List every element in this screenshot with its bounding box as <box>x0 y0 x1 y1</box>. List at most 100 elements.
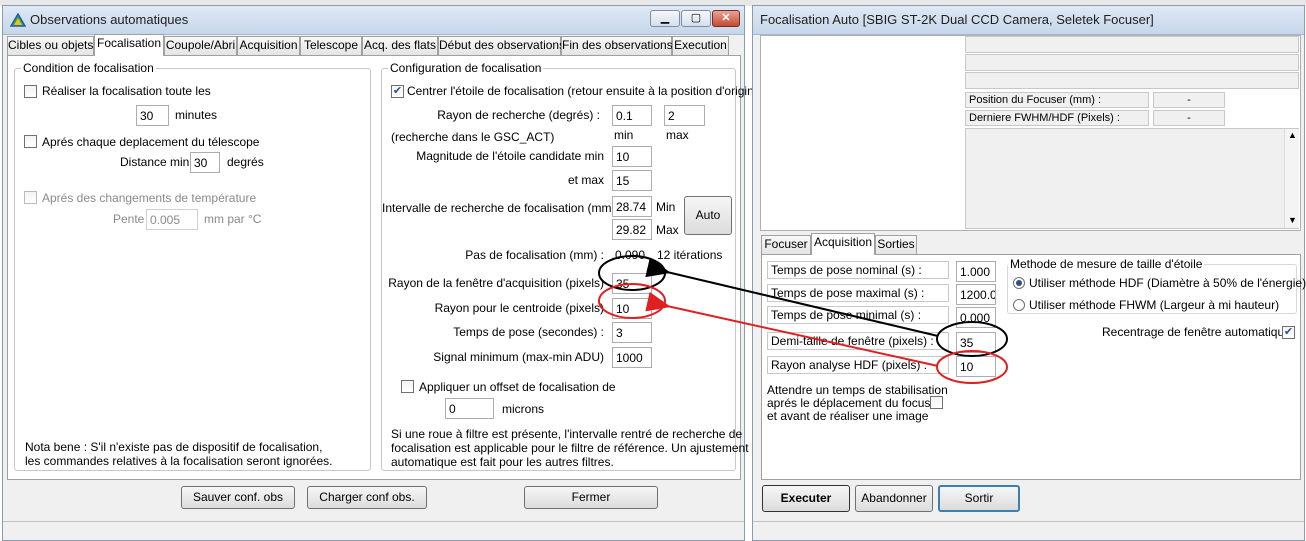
stabilize-line1: Attendre un temps de stabilisation <box>767 383 948 397</box>
status-bar <box>753 521 1304 540</box>
interval-min-unit: Min <box>656 200 676 214</box>
recenter-label: Recentrage de fenêtre automatique <box>1102 325 1291 339</box>
close-window-button[interactable]: Fermer <box>524 486 658 509</box>
after-move-label: Aprés chaque deplacement du télescope <box>42 135 260 149</box>
nota-bene-line1: Nota bene : S'il n'existe pas de disposi… <box>25 440 323 454</box>
load-config-button[interactable]: Charger conf obs. <box>307 486 427 509</box>
focuser-position-label: Position du Focuser (mm) : <box>965 92 1149 108</box>
stabilize-checkbox[interactable] <box>930 396 943 409</box>
magnitude-max-label: et max <box>567 173 604 187</box>
magnitude-label: Magnitude de l'étoile candidate min <box>416 149 604 163</box>
minutes-label: minutes <box>175 108 218 122</box>
execute-button[interactable]: Executer <box>762 485 850 512</box>
status-bar <box>3 521 744 540</box>
offset-checkbox[interactable] <box>401 380 414 393</box>
stabilize-line2: aprés le déplacement du focuser <box>767 396 942 410</box>
tab-acquisition[interactable]: Acquisition <box>811 233 875 255</box>
tab-bar: Focuser Acquisition Sorties <box>753 233 1306 255</box>
slope-label: Pente <box>113 212 145 226</box>
tab-acquisition[interactable]: Acquisition <box>237 36 300 55</box>
acq-window-label: Rayon de la fenêtre d'acquisition (pixel… <box>388 276 604 290</box>
status-line-1 <box>965 36 1299 53</box>
tab-debut-observations[interactable]: Début des observations <box>438 36 565 55</box>
stabilize-line3: et avant de réaliser une image <box>767 409 929 423</box>
config-group: Configuration de focalisation ✔ Centrer … <box>381 61 764 471</box>
center-star-checkbox[interactable]: ✔ <box>391 85 404 98</box>
tab-cibles[interactable]: Cibles ou objets <box>7 36 94 55</box>
focus-every-checkbox[interactable] <box>24 85 37 98</box>
acq-window-input[interactable]: 35 <box>612 273 652 294</box>
slope-input[interactable]: 0.005 <box>146 209 198 230</box>
magnitude-max-input[interactable]: 15 <box>612 170 652 191</box>
filter-info-line3: automatique est fait pour les autres fil… <box>391 455 614 469</box>
nota-bene-line2: les commandes relatives à la focalisatio… <box>25 454 333 468</box>
tab-fin-observations[interactable]: Fin des observations <box>561 36 673 55</box>
tab-focuser[interactable]: Focuser <box>761 235 811 254</box>
interval-max-unit: Max <box>656 223 679 237</box>
max-label: max <box>666 128 689 142</box>
close-button[interactable]: ✕ <box>712 10 740 27</box>
distance-input[interactable]: 30 <box>190 152 220 173</box>
save-config-button[interactable]: Sauver conf. obs <box>181 486 295 509</box>
exit-button[interactable]: Sortir <box>938 485 1020 512</box>
nominal-exposure-label: Temps de pose nominal (s) : <box>767 261 949 279</box>
tab-acq-flats[interactable]: Acq. des flats <box>362 36 438 55</box>
signal-min-label: Signal minimum (max-min ADU) <box>433 350 604 364</box>
tab-telescope[interactable]: Telescope <box>300 36 362 55</box>
centroid-label: Rayon pour le centroide (pixels) <box>434 301 604 315</box>
exposure-input[interactable]: 3 <box>612 322 652 343</box>
hdf-radius-input[interactable]: 10 <box>956 356 996 377</box>
exposure-label: Temps de pose (secondes) : <box>453 325 604 339</box>
window-title: Focalisation Auto [SBIG ST-2K Dual CCD C… <box>760 12 1154 27</box>
centroid-input[interactable]: 10 <box>612 298 652 319</box>
fwhm-value: - <box>1153 110 1225 126</box>
magnitude-min-input[interactable]: 10 <box>612 146 652 167</box>
slope-unit-label: mm par °C <box>204 212 262 226</box>
search-radius-min-input[interactable]: 0.1 <box>612 105 652 126</box>
interval-max-input[interactable]: 29.82 <box>612 219 652 240</box>
tab-sorties[interactable]: Sorties <box>875 235 917 254</box>
focus-every-input[interactable]: 30 <box>136 105 169 126</box>
filter-info-line1: Si une roue à filtre est présente, l'int… <box>391 427 743 441</box>
scroll-up-icon[interactable]: ▲ <box>1288 130 1297 140</box>
interval-label: Intervalle de recherche de focalisation … <box>382 201 623 215</box>
signal-min-input[interactable]: 1000 <box>612 347 652 368</box>
tab-coupole[interactable]: Coupole/Abri <box>164 36 237 55</box>
tab-focalisation[interactable]: Focalisation <box>94 34 164 56</box>
min-label: min <box>614 128 634 142</box>
focus-every-label: Réaliser la focalisation toute les <box>42 84 211 98</box>
fwhm-label: Derniere FWHM/HDF (Pixels) : <box>965 110 1149 126</box>
scrollbar[interactable]: ▲ ▼ <box>1284 129 1299 228</box>
minimize-button[interactable]: ▁ <box>650 10 680 27</box>
acquisition-panel: Temps de pose nominal (s) : 1.000 Temps … <box>761 254 1306 480</box>
half-window-input[interactable]: 35 <box>956 332 996 353</box>
log-textbox[interactable] <box>965 128 1299 229</box>
minimal-exposure-label: Temps de pose minimal (s) : <box>767 306 949 324</box>
recenter-checkbox[interactable]: ✔ <box>1282 326 1295 339</box>
window-title: Observations automatiques <box>30 12 189 27</box>
search-radius-max-input[interactable]: 2 <box>664 105 705 126</box>
observations-window: Observations automatiques ▁ ▢ ✕ Cibles o… <box>2 5 764 541</box>
abort-button[interactable]: Abandonner <box>855 485 933 512</box>
tab-execution[interactable]: Execution <box>672 36 729 55</box>
interval-min-input[interactable]: 28.74 <box>612 196 652 217</box>
temperature-checkbox[interactable] <box>24 191 37 204</box>
method-hdf-label: Utiliser méthode HDF (Diamètre à 50% de … <box>1029 276 1306 290</box>
after-move-checkbox[interactable] <box>24 135 37 148</box>
scroll-down-icon[interactable]: ▼ <box>1288 215 1297 225</box>
step-value: 0.090 <box>615 248 646 262</box>
distance-label: Distance min : <box>120 155 197 169</box>
maximal-exposure-input[interactable]: 1200.0 <box>956 284 996 305</box>
focuser-position-value: - <box>1153 92 1225 108</box>
method-hdf-radio[interactable] <box>1013 277 1025 289</box>
maximize-button[interactable]: ▢ <box>681 10 711 27</box>
auto-button[interactable]: Auto <box>684 196 732 235</box>
minimal-exposure-input[interactable]: 0.000 <box>956 307 996 328</box>
gsc-label: (recherche dans le GSC_ACT) <box>391 130 555 144</box>
nominal-exposure-input[interactable]: 1.000 <box>956 261 996 282</box>
focuser-info-panel: Position du Focuser (mm) : - Derniere FW… <box>760 35 1301 231</box>
offset-input[interactable]: 0 <box>445 398 494 419</box>
hdf-radius-label: Rayon analyse HDF (pixels) : <box>767 356 949 374</box>
measure-method-group: Methode de mesure de taille d'étoile Uti… <box>1007 257 1306 314</box>
method-fhwm-radio[interactable] <box>1013 299 1025 311</box>
